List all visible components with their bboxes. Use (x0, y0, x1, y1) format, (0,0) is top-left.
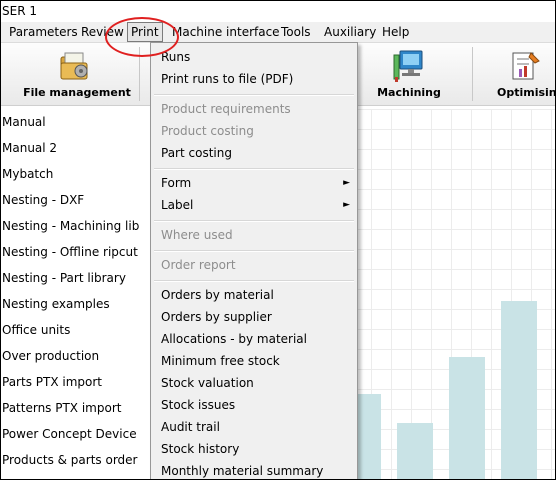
file-management-label: File management (23, 86, 131, 99)
menu-parameters[interactable]: Parameters (6, 22, 81, 42)
menu-item-minimum-free-stock[interactable]: Minimum free stock (152, 350, 356, 372)
list-item[interactable]: Mybatch (1, 161, 151, 187)
toolbar-divider (139, 47, 140, 101)
optimising-icon (512, 52, 540, 80)
machining-button[interactable]: Machining (371, 43, 447, 105)
menu-auxiliary[interactable]: Auxiliary (321, 22, 379, 42)
submenu-arrow-icon: ► (343, 200, 350, 210)
chart-bar (501, 301, 537, 479)
menu-item-audit-trail[interactable]: Audit trail (152, 416, 356, 438)
list-item[interactable]: Parts PTX import (1, 369, 151, 395)
menu-item-stock-valuation[interactable]: Stock valuation (152, 372, 356, 394)
list-item[interactable]: Nesting - Part library (1, 265, 151, 291)
menu-item-stock-history[interactable]: Stock history (152, 438, 356, 460)
machining-label: Machining (377, 86, 441, 99)
menu-item-runs[interactable]: Runs (152, 46, 356, 68)
window-title: SER 1 (2, 4, 37, 18)
chart-bar (397, 423, 433, 479)
list-item[interactable]: Nesting examples (1, 291, 151, 317)
list-item[interactable]: Nesting - DXF (1, 187, 151, 213)
background-chart (351, 109, 555, 479)
menu-item-orders-by-material[interactable]: Orders by material (152, 284, 356, 306)
menu-item-product-requirements: Product requirements (161, 102, 291, 116)
list-item[interactable]: Nesting - Offline ripcut (1, 239, 151, 265)
file-management-icon (60, 52, 88, 80)
menu-item-print-runs-to-file[interactable]: Print runs to file (PDF) (152, 68, 356, 90)
list-item[interactable]: Power Concept Device (1, 421, 151, 447)
list-item[interactable]: Nesting - Machining lib (1, 213, 151, 239)
menu-separator (154, 250, 354, 252)
optimising-button[interactable]: Optimisin (481, 43, 556, 105)
list-item[interactable]: Manual 2 (1, 135, 151, 161)
menu-item-form-label: Form (161, 176, 192, 190)
print-dropdown-menu: Runs Print runs to file (PDF) Product re… (150, 42, 358, 479)
list-item[interactable]: Over production (1, 343, 151, 369)
application-window: SER 1 Parameters Review Print Machine in… (0, 0, 556, 480)
menu-separator (154, 168, 354, 170)
menu-item-order-report: Order report (161, 258, 236, 272)
menu-item-stock-issues[interactable]: Stock issues (152, 394, 356, 416)
submenu-arrow-icon: ► (343, 178, 350, 188)
menu-separator (154, 220, 354, 222)
menu-print[interactable]: Print (127, 22, 163, 42)
menu-item-where-used: Where used (161, 228, 233, 242)
menu-item-orders-by-supplier[interactable]: Orders by supplier (152, 306, 356, 328)
template-list: Manual Manual 2 Mybatch Nesting - DXF Ne… (1, 109, 151, 473)
menu-help[interactable]: Help (379, 22, 412, 42)
menu-item-allocations-by-material[interactable]: Allocations - by material (152, 328, 356, 350)
menu-item-part-costing[interactable]: Part costing (152, 142, 356, 164)
list-item[interactable]: Manual (1, 109, 151, 135)
menu-tools[interactable]: Tools (278, 22, 314, 42)
machining-icon (393, 50, 423, 82)
menu-bar: Parameters Review Print Machine interfac… (1, 22, 555, 43)
menu-item-product-costing: Product costing (161, 124, 254, 138)
toolbar-divider (472, 47, 473, 101)
menu-item-label-text: Label (161, 198, 194, 212)
list-item[interactable]: Products & parts order (1, 447, 151, 473)
menu-item-monthly-material-summary[interactable]: Monthly material summary (152, 460, 356, 479)
list-item[interactable]: Patterns PTX import (1, 395, 151, 421)
optimising-label: Optimisin (497, 86, 556, 99)
title-bar: SER 1 (1, 1, 555, 22)
menu-item-form[interactable]: Form ► (152, 172, 356, 194)
menu-review[interactable]: Review (78, 22, 127, 42)
menu-separator (154, 94, 354, 96)
chart-bar (449, 357, 485, 479)
menu-item-label[interactable]: Label ► (152, 194, 356, 216)
list-item[interactable]: Office units (1, 317, 151, 343)
menu-separator (154, 280, 354, 282)
menu-machine-interface[interactable]: Machine interface (169, 22, 283, 42)
file-management-button[interactable]: File management (21, 43, 133, 105)
